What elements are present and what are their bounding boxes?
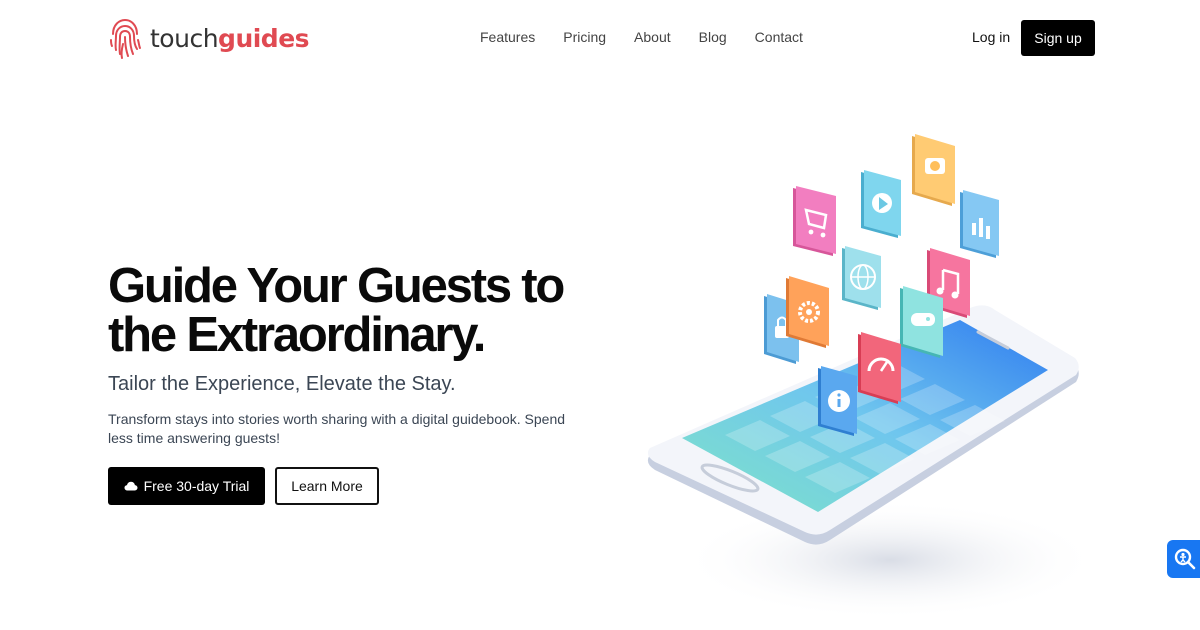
fingerprint-icon [110, 18, 141, 59]
nav-link-features[interactable]: Features [480, 29, 535, 45]
gamepad-icon [900, 286, 943, 358]
hero-subtitle: Tailor the Experience, Elevate the Stay. [108, 373, 456, 395]
brand-name-part2: guides [218, 23, 310, 53]
phone-shadow [680, 500, 1100, 620]
accessibility-widget-button[interactable] [1167, 540, 1200, 578]
accessibility-search-icon [1174, 548, 1196, 570]
camera-icon [912, 134, 955, 206]
hero-title: Guide Your Guests to the Extraordinary. [108, 259, 565, 362]
cloud-icon [124, 481, 138, 491]
nav-link-blog[interactable]: Blog [699, 29, 727, 45]
globe-icon [842, 246, 881, 310]
info-icon [818, 366, 857, 436]
nav-menu: Features Pricing About Blog Contact [480, 29, 803, 45]
gear-icon [786, 276, 829, 348]
play-icon [861, 170, 901, 238]
cart-icon [793, 186, 836, 256]
free-trial-label: Free 30-day Trial [143, 478, 250, 494]
nav-link-about[interactable]: About [634, 29, 671, 45]
learn-more-label: Learn More [291, 478, 363, 494]
hero-illustration [647, 134, 1100, 620]
speedometer-icon [858, 332, 901, 404]
signup-button[interactable]: Sign up [1021, 20, 1095, 56]
chart-icon [960, 190, 999, 258]
login-link[interactable]: Log in [972, 29, 1010, 45]
brand-wordmark: touchguides [150, 23, 310, 53]
brand-name-part1: touch [150, 23, 219, 53]
top-navigation: touchguides Features Pricing About Blog … [0, 0, 1200, 76]
hero-description: Transform stays into stories worth shari… [108, 411, 566, 446]
nav-link-contact[interactable]: Contact [755, 29, 803, 45]
free-trial-button[interactable]: Free 30-day Trial [108, 467, 265, 505]
learn-more-button[interactable]: Learn More [275, 467, 379, 505]
brand-logo[interactable]: touchguides [108, 16, 310, 60]
nav-link-pricing[interactable]: Pricing [563, 29, 606, 45]
